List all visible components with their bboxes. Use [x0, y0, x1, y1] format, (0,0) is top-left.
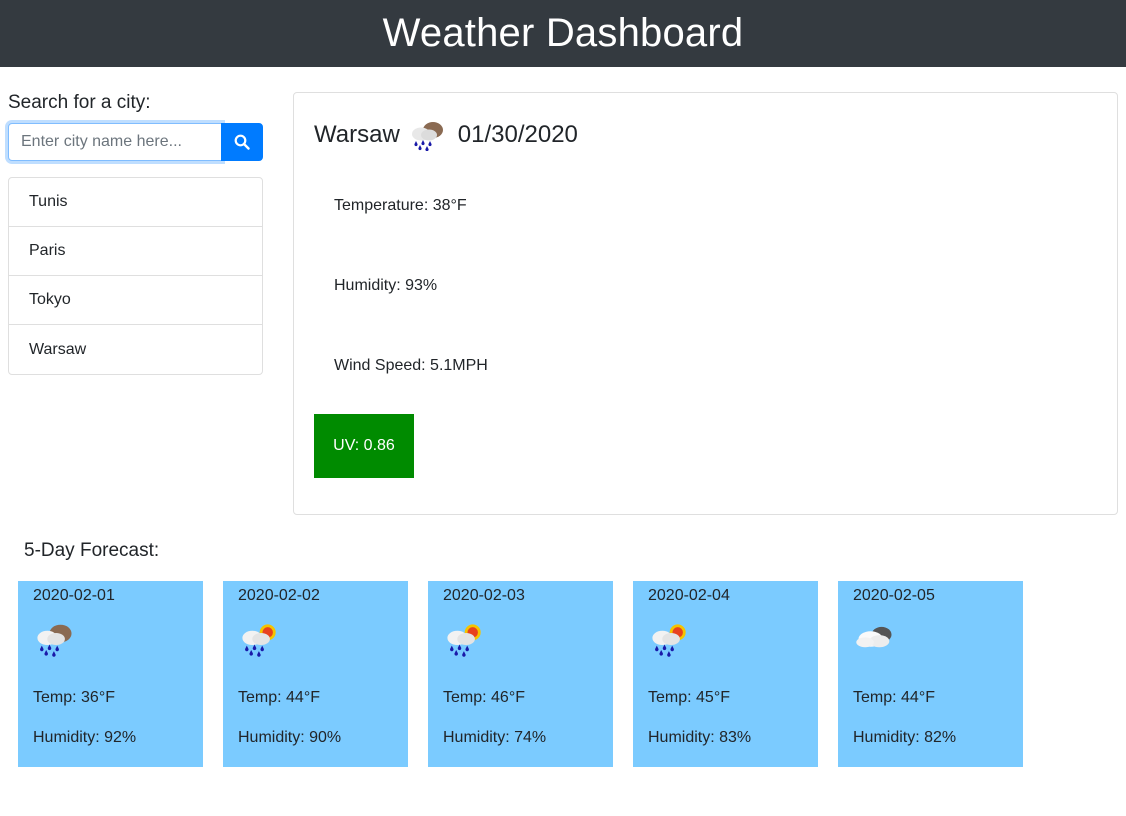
forecast-title: 5-Day Forecast: — [24, 540, 160, 561]
city-item-warsaw[interactable]: Warsaw — [9, 325, 262, 374]
rain-cloud-icon — [37, 624, 72, 657]
forecast-date: 2020-02-03 — [443, 587, 525, 604]
current-wind-speed: Wind Speed: 5.1MPH — [334, 357, 488, 374]
search-label: Search for a city: — [8, 92, 151, 113]
sun-rain-cloud-icon — [242, 624, 276, 657]
search-icon — [234, 134, 250, 150]
forecast-card: 2020-02-05 Temp: 44°F Humidity: 82% — [838, 581, 1023, 767]
city-item-label: Warsaw — [29, 340, 87, 358]
current-humidity: Humidity: 93% — [334, 277, 438, 294]
city-item-label: Tunis — [29, 193, 68, 210]
forecast-temp: Temp: 44°F — [853, 689, 935, 706]
forecast-temp: Temp: 44°F — [238, 689, 320, 706]
search-input[interactable] — [8, 123, 222, 161]
current-temperature: Temperature: 38°F — [334, 197, 467, 214]
forecast-date: 2020-02-01 — [33, 587, 115, 604]
forecast-card: 2020-02-01 Temp: 36°F Humidity: 92% — [18, 581, 203, 767]
sun-rain-cloud-icon — [447, 624, 481, 657]
forecast-date: 2020-02-04 — [648, 587, 730, 604]
city-item-paris[interactable]: Paris — [9, 227, 262, 276]
city-history-list: Tunis Paris Tokyo Warsaw — [8, 177, 263, 375]
city-item-label: Paris — [29, 242, 66, 259]
forecast-card: 2020-02-04 Temp: 45°F Humidity: 83% — [633, 581, 818, 767]
forecast-temp: Temp: 46°F — [443, 689, 525, 706]
forecast-card: 2020-02-03 Temp: 46°F Humidity: 74% — [428, 581, 613, 767]
forecast-temp: Temp: 45°F — [648, 689, 730, 706]
current-weather-card: Warsaw 01/30/2020 Temperature: 38°F Humi… — [293, 92, 1118, 515]
current-date: 01/30/2020 — [457, 121, 578, 148]
forecast-date: 2020-02-02 — [238, 587, 320, 604]
forecast-date: 2020-02-05 — [853, 587, 935, 604]
forecast-humidity: Humidity: 92% — [33, 729, 137, 746]
current-weather-heading: Warsaw 01/30/2020 — [314, 119, 578, 151]
forecast-humidity: Humidity: 74% — [443, 729, 547, 746]
city-item-label: Tokyo — [29, 291, 71, 308]
forecast-humidity: Humidity: 82% — [853, 729, 957, 746]
forecast-temp: Temp: 36°F — [33, 689, 115, 706]
city-item-tunis[interactable]: Tunis — [9, 178, 262, 227]
cloud-icon — [856, 626, 892, 648]
rain-cloud-icon — [411, 122, 443, 151]
forecast-humidity: Humidity: 90% — [238, 729, 342, 746]
forecast-humidity: Humidity: 83% — [648, 729, 752, 746]
uv-index-badge: UV: 0.86 — [314, 414, 414, 478]
forecast-card: 2020-02-02 Temp: 44°F Humidity: 90% — [223, 581, 408, 767]
sun-rain-cloud-icon — [652, 624, 686, 657]
app-header: Weather Dashboard — [0, 0, 1126, 67]
city-item-tokyo[interactable]: Tokyo — [9, 276, 262, 325]
page-title: Weather Dashboard — [382, 11, 744, 55]
current-city: Warsaw — [314, 121, 400, 148]
search-button[interactable] — [221, 123, 263, 161]
